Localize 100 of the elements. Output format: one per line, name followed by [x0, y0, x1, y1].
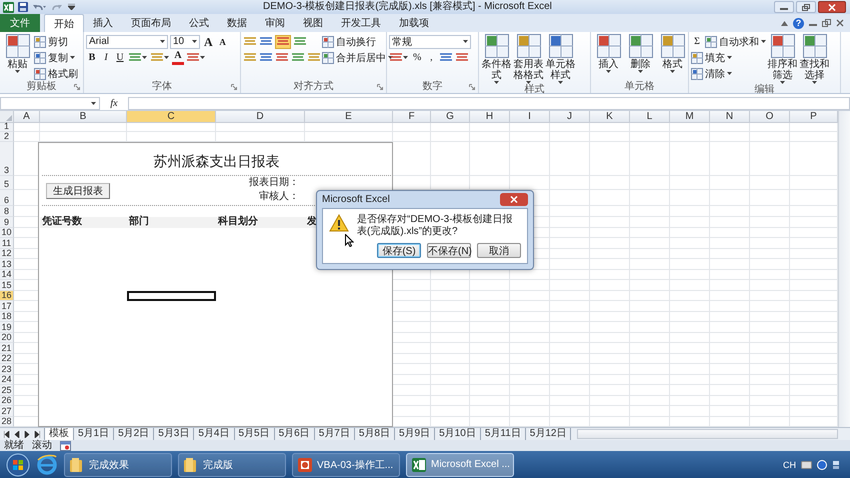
dialog-button[interactable]: 保存(S): [377, 243, 421, 258]
column-header[interactable]: D: [216, 111, 305, 123]
ribbon-button[interactable]: 条件格式: [481, 34, 512, 84]
ribbon-button[interactable]: 格式刷: [34, 66, 78, 80]
row-header[interactable]: 27: [0, 406, 14, 416]
ribbon-button[interactable]: 合并后居中: [322, 50, 393, 64]
row-header[interactable]: 12: [0, 248, 14, 259]
format-button[interactable]: B: [86, 50, 98, 64]
dropdown-field[interactable]: 常规: [389, 34, 471, 48]
file-tab[interactable]: 文件: [0, 14, 40, 32]
row-header[interactable]: 23: [0, 364, 14, 374]
maximize-button[interactable]: [796, 1, 816, 13]
network-icon[interactable]: [832, 460, 840, 470]
caret-up-icon[interactable]: [781, 20, 788, 26]
ribbon-button[interactable]: 排序和筛选: [767, 34, 798, 84]
format-button[interactable]: Σ: [691, 34, 703, 48]
format-button[interactable]: A: [172, 50, 184, 64]
taskbar-button[interactable]: 完成效果: [64, 452, 172, 476]
ribbon-button[interactable]: 套用表格格式: [513, 34, 544, 84]
ribbon-tab[interactable]: 数据: [218, 14, 256, 32]
row-header[interactable]: 25: [0, 385, 14, 396]
taskbar-button[interactable]: VBA-03-操作工...: [292, 452, 400, 476]
format-button[interactable]: ,: [425, 50, 438, 64]
row-header[interactable]: 8: [0, 206, 14, 217]
column-header[interactable]: B: [40, 111, 127, 123]
ribbon-button[interactable]: 删除: [625, 34, 656, 73]
ribbon-button[interactable]: 插入: [593, 34, 624, 73]
ribbon-tab[interactable]: 加载项: [390, 14, 438, 32]
language-indicator[interactable]: CH: [783, 460, 796, 470]
row-header[interactable]: 28: [0, 416, 14, 427]
ribbon-tab[interactable]: 审阅: [256, 14, 294, 32]
row-header[interactable]: 3: [0, 142, 14, 176]
close-button[interactable]: [818, 1, 846, 13]
navigation-arrows-icon[interactable]: [4, 430, 40, 438]
ribbon-button[interactable]: 清除: [691, 66, 732, 80]
column-header[interactable]: E: [305, 111, 393, 123]
start-button[interactable]: [6, 452, 30, 476]
launcher-icon[interactable]: [231, 84, 237, 90]
restore-icon[interactable]: [822, 19, 831, 27]
row-header[interactable]: 1: [0, 123, 14, 132]
row-header[interactable]: 22: [0, 354, 14, 364]
column-header[interactable]: G: [431, 111, 470, 123]
ribbon-button[interactable]: 填充: [691, 50, 732, 64]
minimize-button[interactable]: [774, 1, 794, 13]
format-button[interactable]: A: [216, 34, 229, 48]
ribbon-tab[interactable]: 视图: [294, 14, 332, 32]
row-header[interactable]: 11: [0, 238, 14, 248]
formula-field[interactable]: [128, 97, 850, 110]
row-header[interactable]: 19: [0, 322, 14, 332]
browser-icon[interactable]: [36, 454, 58, 476]
macro-record-icon[interactable]: [60, 440, 71, 450]
row-header[interactable]: 21: [0, 343, 14, 354]
ribbon-button[interactable]: 格式: [657, 34, 688, 73]
dialog-button[interactable]: 取消: [477, 243, 521, 258]
close-icon[interactable]: [836, 19, 844, 27]
row-header[interactable]: 14: [0, 270, 14, 280]
row-header[interactable]: 18: [0, 312, 14, 322]
ribbon-button[interactable]: 粘贴: [2, 34, 33, 73]
close-button[interactable]: [500, 193, 528, 206]
row-header[interactable]: 20: [0, 332, 14, 343]
dropdown-field[interactable]: 10: [170, 34, 200, 48]
column-header[interactable]: C: [127, 111, 216, 123]
ribbon-tab[interactable]: 开发工具: [332, 14, 390, 32]
icon-button[interactable]: [275, 34, 291, 48]
format-button[interactable]: %: [411, 50, 424, 64]
floppy-icon[interactable]: [18, 2, 28, 12]
undo-icon[interactable]: [32, 2, 46, 12]
active-cell[interactable]: [127, 290, 216, 301]
column-header[interactable]: F: [393, 111, 431, 123]
column-header[interactable]: O: [750, 111, 790, 123]
column-header[interactable]: M: [670, 111, 710, 123]
row-header[interactable]: 24: [0, 374, 14, 385]
launcher-icon[interactable]: [469, 84, 475, 90]
ribbon-tab[interactable]: 页面布局: [122, 14, 180, 32]
ribbon-tab[interactable]: 公式: [180, 14, 218, 32]
taskbar-button[interactable]: 完成版: [178, 452, 286, 476]
ribbon-button[interactable]: 剪切: [34, 34, 68, 48]
column-header[interactable]: P: [790, 111, 838, 123]
ribbon-button[interactable]: 自动求和: [705, 34, 766, 48]
column-header[interactable]: N: [710, 111, 750, 123]
ribbon-button[interactable]: 单元格样式: [545, 34, 576, 84]
row-header[interactable]: 10: [0, 228, 14, 238]
row-header[interactable]: 5: [0, 176, 14, 190]
column-header[interactable]: L: [630, 111, 670, 123]
horizontal-scrollbar[interactable]: [577, 429, 838, 439]
launcher-icon[interactable]: [74, 84, 80, 90]
function-button[interactable]: fx: [100, 98, 128, 109]
circle-icon[interactable]: [817, 460, 827, 470]
row-header[interactable]: 13: [0, 259, 14, 270]
vertical-scrollbar[interactable]: [838, 111, 850, 427]
format-button[interactable]: I: [100, 50, 112, 64]
column-header[interactable]: J: [550, 111, 590, 123]
row-header[interactable]: 26: [0, 396, 14, 406]
row-header[interactable]: 9: [0, 217, 14, 228]
format-button[interactable]: A: [202, 34, 215, 48]
row-header[interactable]: 2: [0, 132, 14, 142]
ribbon-tab[interactable]: 开始: [44, 14, 84, 32]
row-header[interactable]: 17: [0, 301, 14, 312]
column-header[interactable]: K: [590, 111, 630, 123]
row-header[interactable]: 16: [0, 290, 14, 301]
